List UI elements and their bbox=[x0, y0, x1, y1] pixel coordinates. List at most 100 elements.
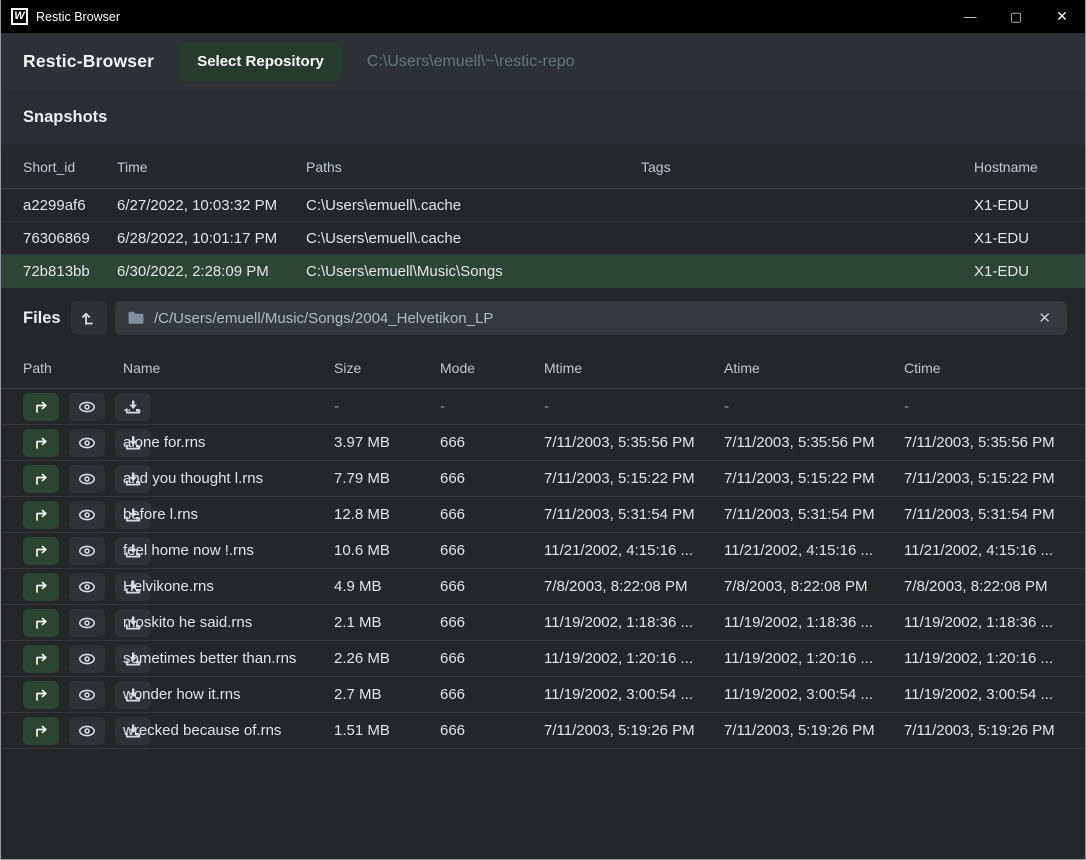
file-atime: 7/11/2003, 5:19:26 PM bbox=[724, 722, 904, 739]
snapshot-row[interactable]: 72b813bb 6/30/2022, 2:28:09 PM C:\Users\… bbox=[1, 255, 1085, 288]
go-parent-directory-button[interactable] bbox=[23, 429, 59, 457]
go-parent-directory-button[interactable] bbox=[23, 717, 59, 745]
file-mtime: 11/21/2002, 4:15:16 ... bbox=[544, 542, 724, 559]
file-name: feel home now !.rns bbox=[123, 542, 334, 559]
go-parent-directory-button[interactable] bbox=[23, 501, 59, 529]
file-ctime: 7/11/2003, 5:31:54 PM bbox=[904, 506, 1063, 523]
col-name: Name bbox=[123, 360, 334, 376]
go-parent-directory-button[interactable] bbox=[23, 573, 59, 601]
snapshot-paths: C:\Users\emuell\Music\Songs bbox=[306, 263, 641, 280]
eye-icon bbox=[77, 578, 97, 596]
eye-icon bbox=[77, 614, 97, 632]
preview-file-button[interactable] bbox=[69, 681, 105, 709]
eye-icon bbox=[77, 470, 97, 488]
file-atime: 11/19/2002, 1:18:36 ... bbox=[724, 614, 904, 631]
col-paths: Paths bbox=[306, 159, 641, 175]
files-table-header: Path Name Size Mode Mtime Atime Ctime bbox=[1, 348, 1085, 389]
file-mode: 666 bbox=[440, 650, 544, 667]
eye-icon bbox=[77, 686, 97, 704]
go-parent-directory-button[interactable] bbox=[23, 393, 59, 421]
preview-file-button[interactable] bbox=[69, 393, 105, 421]
file-mode: 666 bbox=[440, 686, 544, 703]
file-atime: 11/19/2002, 3:00:54 ... bbox=[724, 686, 904, 703]
eye-icon bbox=[77, 542, 97, 560]
arrow-up-right-icon bbox=[32, 542, 50, 560]
file-atime: 7/11/2003, 5:15:22 PM bbox=[724, 470, 904, 487]
file-name: wrecked because of.rns bbox=[123, 722, 334, 739]
snapshots-title: Snapshots bbox=[23, 108, 107, 127]
col-ctime: Ctime bbox=[904, 360, 1063, 376]
preview-file-button[interactable] bbox=[69, 429, 105, 457]
snapshots-table-body: a2299af6 6/27/2022, 10:03:32 PM C:\Users… bbox=[1, 189, 1085, 288]
maximize-button[interactable]: ▢ bbox=[993, 0, 1039, 33]
file-name: and you thought l.rns bbox=[123, 470, 334, 487]
arrow-up-right-icon bbox=[32, 470, 50, 488]
file-row: before l.rns 12.8 MB 666 7/11/2003, 5:31… bbox=[1, 497, 1085, 533]
file-mode: 666 bbox=[440, 542, 544, 559]
snapshots-section-header: Snapshots bbox=[1, 90, 1085, 145]
preview-file-button[interactable] bbox=[69, 573, 105, 601]
files-table-body: .. - - - - - bbox=[1, 389, 1085, 749]
preview-file-button[interactable] bbox=[69, 645, 105, 673]
titlebar-drag-area[interactable]: W Restic Browser bbox=[1, 8, 947, 25]
col-atime: Atime bbox=[724, 360, 904, 376]
clear-path-button[interactable]: ✕ bbox=[1034, 309, 1055, 327]
file-name: before l.rns bbox=[123, 506, 334, 523]
snapshot-row[interactable]: 76306869 6/28/2022, 10:01:17 PM C:\Users… bbox=[1, 222, 1085, 255]
preview-file-button[interactable] bbox=[69, 537, 105, 565]
file-ctime: 7/11/2003, 5:15:22 PM bbox=[904, 470, 1063, 487]
level-up-icon bbox=[80, 309, 98, 327]
file-row: and you thought l.rns 7.79 MB 666 7/11/2… bbox=[1, 461, 1085, 497]
file-ctime: 11/19/2002, 1:18:36 ... bbox=[904, 614, 1063, 631]
file-mtime: 11/19/2002, 3:00:54 ... bbox=[544, 686, 724, 703]
file-size: 12.8 MB bbox=[334, 506, 440, 523]
col-time: Time bbox=[117, 159, 306, 175]
minimize-button[interactable]: — bbox=[947, 0, 993, 33]
file-mtime: 7/11/2003, 5:15:22 PM bbox=[544, 470, 724, 487]
files-toolbar: Files /C/Users/emuell/Music/Songs/2004_H… bbox=[1, 288, 1085, 348]
eye-icon bbox=[77, 650, 97, 668]
file-row: feel home now !.rns 10.6 MB 666 11/21/20… bbox=[1, 533, 1085, 569]
preview-file-button[interactable] bbox=[69, 465, 105, 493]
file-atime: - bbox=[724, 398, 904, 415]
file-mtime: 7/11/2003, 5:19:26 PM bbox=[544, 722, 724, 739]
col-path: Path bbox=[23, 360, 123, 376]
snapshot-row[interactable]: a2299af6 6/27/2022, 10:03:32 PM C:\Users… bbox=[1, 189, 1085, 222]
file-size: 2.7 MB bbox=[334, 686, 440, 703]
file-size: 1.51 MB bbox=[334, 722, 440, 739]
files-path-value: /C/Users/emuell/Music/Songs/2004_Helveti… bbox=[154, 310, 1025, 327]
file-mtime: 11/19/2002, 1:20:16 ... bbox=[544, 650, 724, 667]
app-name: Restic-Browser bbox=[23, 51, 154, 72]
select-repository-button[interactable]: Select Repository bbox=[178, 42, 343, 81]
snapshot-paths: C:\Users\emuell\.cache bbox=[306, 197, 641, 214]
file-row: Helvikone.rns 4.9 MB 666 7/8/2003, 8:22:… bbox=[1, 569, 1085, 605]
file-size: 4.9 MB bbox=[334, 578, 440, 595]
preview-file-button[interactable] bbox=[69, 501, 105, 529]
file-mtime: 7/11/2003, 5:31:54 PM bbox=[544, 506, 724, 523]
file-mode: 666 bbox=[440, 578, 544, 595]
arrow-up-right-icon bbox=[32, 506, 50, 524]
go-parent-directory-button[interactable] bbox=[23, 537, 59, 565]
file-row: moskito he said.rns 2.1 MB 666 11/19/200… bbox=[1, 605, 1085, 641]
go-parent-directory-button[interactable] bbox=[23, 681, 59, 709]
file-atime: 7/11/2003, 5:35:56 PM bbox=[724, 434, 904, 451]
file-mode: 666 bbox=[440, 614, 544, 631]
close-button[interactable]: ✕ bbox=[1039, 0, 1085, 33]
arrow-up-right-icon bbox=[32, 434, 50, 452]
preview-file-button[interactable] bbox=[69, 609, 105, 637]
file-mtime: - bbox=[544, 398, 724, 415]
file-name: wonder how it.rns bbox=[123, 686, 334, 703]
col-tags: Tags bbox=[641, 159, 974, 175]
file-atime: 11/21/2002, 4:15:16 ... bbox=[724, 542, 904, 559]
preview-file-button[interactable] bbox=[69, 717, 105, 745]
go-parent-directory-button[interactable] bbox=[23, 609, 59, 637]
eye-icon bbox=[77, 398, 97, 416]
file-size: 7.79 MB bbox=[334, 470, 440, 487]
files-path-input[interactable]: /C/Users/emuell/Music/Songs/2004_Helveti… bbox=[115, 301, 1067, 335]
toggle-tree-view-button[interactable] bbox=[71, 301, 107, 335]
arrow-up-right-icon bbox=[32, 686, 50, 704]
arrow-up-right-icon bbox=[32, 722, 50, 740]
go-parent-directory-button[interactable] bbox=[23, 645, 59, 673]
go-parent-directory-button[interactable] bbox=[23, 465, 59, 493]
file-size: 3.97 MB bbox=[334, 434, 440, 451]
